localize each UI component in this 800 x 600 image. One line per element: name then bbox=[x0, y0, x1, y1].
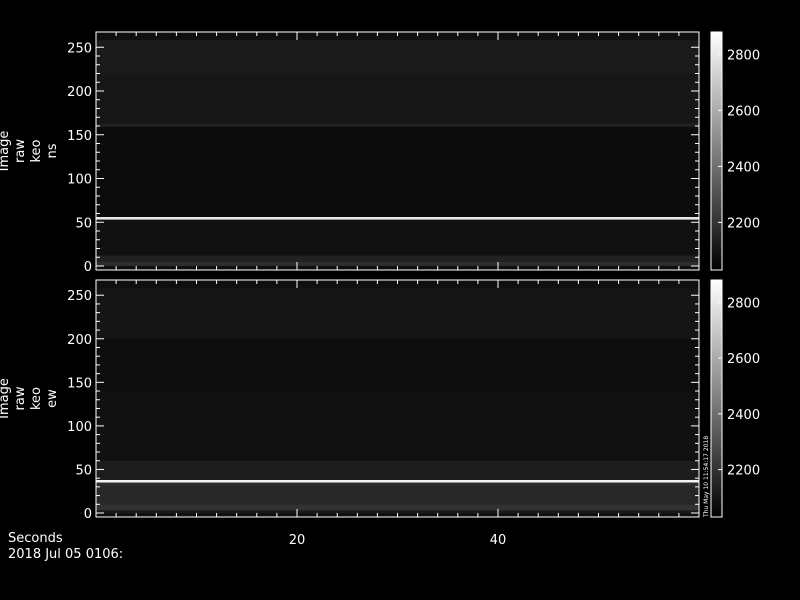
y-tick-label: 50 bbox=[75, 216, 92, 231]
colorbar-tick-label: 2400 bbox=[727, 408, 760, 423]
y-tick-label: 50 bbox=[75, 463, 92, 478]
y-tick-label: 150 bbox=[67, 129, 92, 144]
keogram-figure: 050100150200250Image raw keo ns220024002600… bbox=[0, 31, 760, 548]
y-axis-label: ns bbox=[45, 143, 60, 158]
colorbar-tick-label: 2800 bbox=[727, 48, 760, 63]
colorbar bbox=[710, 279, 723, 518]
heatmap-band bbox=[96, 460, 699, 480]
heatmap-band bbox=[96, 255, 699, 262]
y-tick-label: 200 bbox=[67, 85, 92, 100]
y-axis-label: keo bbox=[29, 387, 44, 410]
date-label: 2018 Jul 05 0106: bbox=[8, 547, 124, 562]
heatmap-band bbox=[96, 73, 699, 124]
y-axis-label: keo bbox=[29, 139, 44, 162]
y-axis-label: raw bbox=[13, 139, 28, 163]
colorbar bbox=[710, 31, 723, 271]
y-tick-label: 150 bbox=[67, 376, 92, 391]
x-tick-label: 40 bbox=[490, 533, 507, 548]
heatmap-band bbox=[96, 288, 699, 339]
heatmap-band bbox=[96, 391, 699, 461]
heatmap-band bbox=[96, 486, 699, 505]
heatmap-band bbox=[96, 123, 699, 127]
heatmap-band bbox=[96, 482, 699, 487]
x-axis-label: Seconds bbox=[8, 531, 63, 546]
y-axis-label: Image bbox=[0, 131, 12, 172]
y-axis-label: raw bbox=[13, 386, 28, 410]
timestamp-stamp: Thu May 10 11:54:17 2018 bbox=[703, 436, 710, 518]
y-tick-label: 100 bbox=[67, 420, 92, 435]
y-tick-label: 250 bbox=[67, 289, 92, 304]
y-axis-label: Image bbox=[0, 378, 12, 419]
colorbar-tick-label: 2800 bbox=[727, 296, 760, 311]
colorbar-tick-label: 2200 bbox=[727, 464, 760, 479]
heatmap-band bbox=[96, 126, 699, 217]
y-axis-label: ew bbox=[45, 389, 60, 408]
heatmap-band bbox=[96, 510, 699, 513]
colorbar-tick-label: 2600 bbox=[727, 352, 760, 367]
heatmap-band bbox=[96, 504, 699, 511]
heatmap-band bbox=[96, 217, 699, 220]
colorbar-tick-label: 2200 bbox=[727, 216, 760, 231]
y-tick-label: 100 bbox=[67, 173, 92, 188]
heatmap-band bbox=[96, 479, 699, 483]
y-tick-label: 250 bbox=[67, 41, 92, 56]
heatmap-band bbox=[96, 40, 699, 74]
heatmap-band bbox=[96, 338, 699, 392]
y-tick-label: 200 bbox=[67, 333, 92, 348]
heatmap-band bbox=[96, 261, 699, 266]
colorbar-tick-label: 2400 bbox=[727, 160, 760, 175]
colorbar-tick-label: 2600 bbox=[727, 104, 760, 119]
heatmap-band bbox=[96, 219, 699, 256]
x-tick-label: 20 bbox=[289, 533, 306, 548]
y-tick-label: 0 bbox=[84, 260, 92, 275]
y-tick-label: 0 bbox=[84, 507, 92, 522]
